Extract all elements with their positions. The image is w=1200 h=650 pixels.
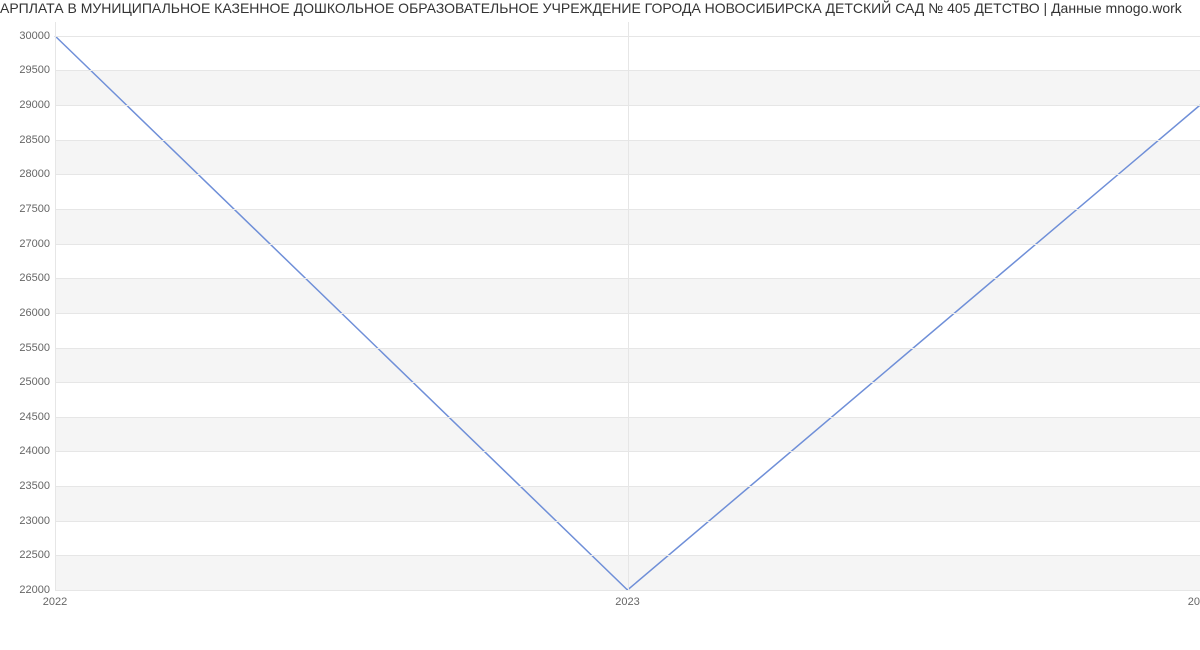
v-grid-line <box>55 22 56 590</box>
y-tick-label: 25000 <box>5 376 50 388</box>
y-tick-label: 26500 <box>5 272 50 284</box>
y-tick-label: 28500 <box>5 134 50 146</box>
y-tick-label: 22500 <box>5 549 50 561</box>
x-tick-label: 2024 <box>1188 596 1200 608</box>
y-tick-label: 26000 <box>5 307 50 319</box>
y-tick-label: 25500 <box>5 342 50 354</box>
y-tick-label: 24000 <box>5 445 50 457</box>
chart-title: АРПЛАТА В МУНИЦИПАЛЬНОЕ КАЗЕННОЕ ДОШКОЛЬ… <box>0 0 1200 20</box>
y-tick-label: 30000 <box>5 30 50 42</box>
y-tick-label: 22000 <box>5 584 50 596</box>
chart-container: АРПЛАТА В МУНИЦИПАЛЬНОЕ КАЗЕННОЕ ДОШКОЛЬ… <box>0 0 1200 650</box>
y-tick-label: 28000 <box>5 168 50 180</box>
y-tick-label: 29500 <box>5 64 50 76</box>
y-tick-label: 27500 <box>5 203 50 215</box>
y-tick-label: 27000 <box>5 238 50 250</box>
x-tick-label: 2022 <box>43 596 67 608</box>
h-grid-line <box>55 590 1200 591</box>
plot-area <box>55 22 1200 590</box>
y-tick-label: 23000 <box>5 515 50 527</box>
x-tick-label: 2023 <box>615 596 639 608</box>
y-tick-label: 24500 <box>5 411 50 423</box>
v-grid-line <box>628 22 629 590</box>
y-tick-label: 29000 <box>5 99 50 111</box>
y-tick-label: 23500 <box>5 480 50 492</box>
